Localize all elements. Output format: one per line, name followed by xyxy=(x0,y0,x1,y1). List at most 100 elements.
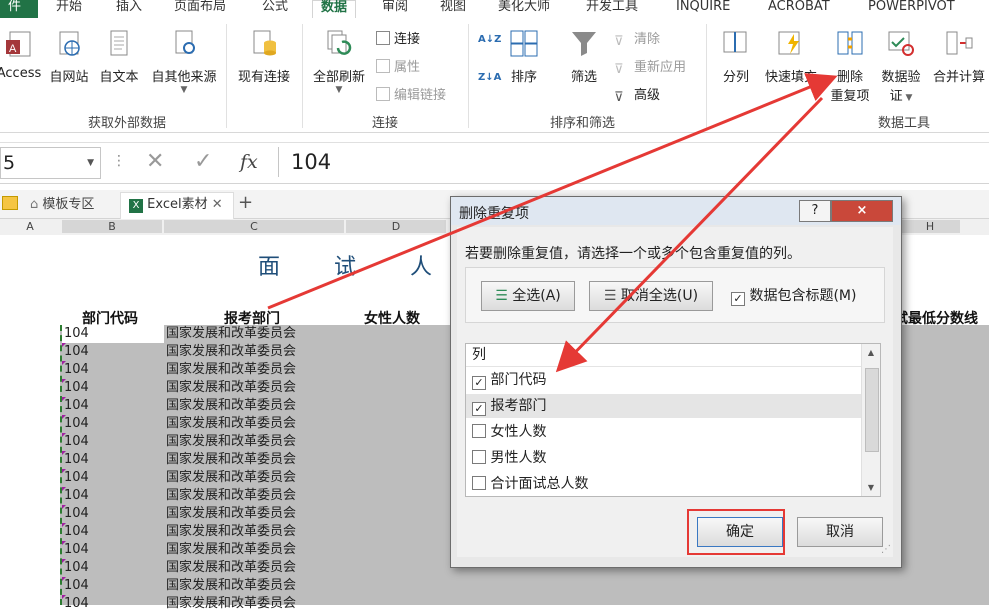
dept-code-cell[interactable]: 104 xyxy=(62,523,164,541)
tab-beautify[interactable]: 美化大师 xyxy=(498,0,550,18)
column-list-item[interactable]: 合计面试总人数 xyxy=(466,472,866,496)
scroll-up-icon[interactable]: ▲ xyxy=(862,348,880,357)
properties-button[interactable]: 属性 xyxy=(376,56,420,75)
has-headers-checkbox[interactable]: ✓ 数据包含标题(M) xyxy=(731,285,856,306)
dept-code-cell[interactable]: 104 xyxy=(62,325,164,343)
column-header-b[interactable]: B xyxy=(62,220,162,233)
tab-developer[interactable]: 开发工具 xyxy=(586,0,638,18)
column-header-a[interactable]: A xyxy=(10,220,50,233)
sort-descending-icon[interactable]: Z↓A xyxy=(478,72,501,83)
dept-code-cell[interactable]: 104 xyxy=(62,559,164,577)
scroll-thumb[interactable] xyxy=(865,368,879,452)
close-tab-icon[interactable]: ✕ xyxy=(212,197,223,212)
folder-icon[interactable] xyxy=(2,196,18,210)
tab-insert[interactable]: 插入 xyxy=(116,0,142,18)
name-box[interactable]: 5 ▼ xyxy=(0,147,101,179)
tab-view[interactable]: 视图 xyxy=(440,0,466,18)
dept-code-cell[interactable]: 104 xyxy=(62,577,164,595)
flash-fill-button[interactable]: 快速填充 xyxy=(760,28,822,85)
department-cell[interactable]: 国家发展和改革委员会 xyxy=(166,343,366,361)
cancel-button[interactable]: 取消 xyxy=(797,517,883,547)
column-list-item[interactable]: 女性人数 xyxy=(466,420,866,444)
tab-review[interactable]: 审阅 xyxy=(382,0,408,18)
tab-acrobat[interactable]: ACROBAT xyxy=(768,0,830,18)
department-cell[interactable]: 国家发展和改革委员会 xyxy=(166,523,366,541)
column-list-item[interactable]: ✓ 部门代码 xyxy=(466,368,866,392)
data-validation-button[interactable]: 数据验 证 ▼ xyxy=(876,28,926,104)
list-scrollbar[interactable]: ▲ ▼ xyxy=(861,344,880,496)
department-cell[interactable]: 国家发展和改革委员会 xyxy=(166,577,366,595)
dept-code-cell[interactable]: 104 xyxy=(62,469,164,487)
existing-connections-button[interactable]: 现有连接 xyxy=(232,28,296,85)
dept-code-cell[interactable]: 104 xyxy=(62,415,164,433)
department-cell[interactable]: 国家发展和改革委员会 xyxy=(166,325,366,343)
dept-code-cell[interactable]: 104 xyxy=(62,343,164,361)
sort-button[interactable]: 排序 xyxy=(504,28,544,85)
checkbox-checked-icon[interactable]: ✓ xyxy=(472,376,486,390)
tab-inquire[interactable]: INQUIRE xyxy=(676,0,730,18)
help-button[interactable]: ? xyxy=(799,200,831,222)
dept-code-cell[interactable]: 104 xyxy=(62,505,164,523)
add-tab-icon[interactable]: + xyxy=(238,192,253,213)
filter-button[interactable]: 筛选 xyxy=(564,28,604,85)
remove-duplicates-button[interactable]: 删除 重复项 xyxy=(826,28,874,104)
connections-button[interactable]: 连接 xyxy=(376,28,420,47)
insert-function-icon[interactable]: fx xyxy=(240,151,258,173)
checkbox-empty-icon[interactable] xyxy=(472,424,486,438)
checkbox-empty-icon[interactable] xyxy=(472,476,486,490)
department-cell[interactable]: 国家发展和改革委员会 xyxy=(166,559,366,577)
confirm-entry-icon[interactable]: ✓ xyxy=(194,149,212,174)
clear-button[interactable]: ⊽ 清除 xyxy=(614,28,660,49)
formula-input[interactable]: 104 xyxy=(278,147,989,177)
from-text-button[interactable]: 自文本 xyxy=(96,28,142,85)
tab-data[interactable]: 数据 xyxy=(312,0,357,20)
dept-code-cell[interactable]: 104 xyxy=(62,379,164,397)
tab-file[interactable]: 件 xyxy=(0,0,38,18)
department-cell[interactable]: 国家发展和改革委员会 xyxy=(166,505,366,523)
dept-code-cell[interactable]: 104 xyxy=(62,541,164,559)
department-cell[interactable]: 国家发展和改革委员会 xyxy=(166,361,366,379)
department-cell[interactable]: 国家发展和改革委员会 xyxy=(166,487,366,505)
dept-code-cell[interactable]: 104 xyxy=(62,433,164,451)
dept-code-cell[interactable]: 104 xyxy=(62,487,164,505)
tab-template-zone[interactable]: ⌂ 模板专区 xyxy=(30,194,94,216)
column-header-h[interactable]: H xyxy=(900,220,960,233)
department-cell[interactable]: 国家发展和改革委员会 xyxy=(166,379,366,397)
from-web-button[interactable]: 自网站 xyxy=(46,28,92,85)
consolidate-button[interactable]: 合并计算 xyxy=(928,28,989,85)
column-header-c[interactable]: C xyxy=(164,220,344,233)
column-header-d[interactable]: D xyxy=(346,220,446,233)
tab-page-layout[interactable]: 页面布局 xyxy=(174,0,226,18)
department-cell[interactable]: 国家发展和改革委员会 xyxy=(166,469,366,487)
tab-home[interactable]: 开始 xyxy=(56,0,82,18)
tab-powerpivot[interactable]: POWERPIVOT xyxy=(868,0,955,18)
from-other-sources-button[interactable]: 自其他来源 ▼ xyxy=(146,28,222,95)
dept-code-cell[interactable]: 104 xyxy=(62,361,164,379)
text-to-columns-button[interactable]: 分列 xyxy=(714,28,758,85)
chevron-down-icon[interactable]: ▼ xyxy=(87,148,94,178)
column-list-item[interactable]: ✓ 报考部门 xyxy=(466,394,866,418)
department-cell[interactable]: 国家发展和改革委员会 xyxy=(166,433,366,451)
checkbox-empty-icon[interactable] xyxy=(472,450,486,464)
checkbox-checked-icon[interactable]: ✓ xyxy=(472,402,486,416)
dialog-title-bar[interactable]: 删除重复项 ? × xyxy=(451,197,901,225)
resize-grip-icon[interactable]: ⋰ xyxy=(881,544,891,555)
cancel-entry-icon[interactable]: ✕ xyxy=(146,149,164,174)
department-cell[interactable]: 国家发展和改革委员会 xyxy=(166,595,366,613)
unselect-all-button[interactable]: ☰ 取消全选(U) xyxy=(589,281,713,311)
from-access-button[interactable]: A Access xyxy=(0,28,44,81)
refresh-all-button[interactable]: 全部刷新 ▼ xyxy=(306,28,372,95)
tab-formulas[interactable]: 公式 xyxy=(262,0,288,18)
department-cell[interactable]: 国家发展和改革委员会 xyxy=(166,451,366,469)
department-cell[interactable]: 国家发展和改革委员会 xyxy=(166,397,366,415)
dept-code-cell[interactable]: 104 xyxy=(62,397,164,415)
dept-code-cell[interactable]: 104 xyxy=(62,451,164,469)
reapply-button[interactable]: ⊽ 重新应用 xyxy=(614,56,686,77)
scroll-down-icon[interactable]: ▼ xyxy=(862,483,880,492)
close-button[interactable]: × xyxy=(831,200,893,222)
sort-ascending-icon[interactable]: A↓Z xyxy=(478,34,501,45)
select-all-button[interactable]: ☰ 全选(A) xyxy=(481,281,575,311)
tab-excel-material[interactable]: X Excel素材 ✕ xyxy=(120,192,234,219)
edit-links-button[interactable]: 编辑链接 xyxy=(376,84,446,103)
dept-code-cell[interactable]: 104 xyxy=(62,595,164,613)
